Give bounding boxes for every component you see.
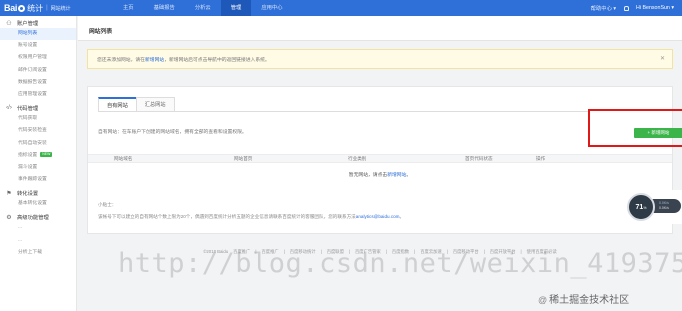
- sidebar-group-0[interactable]: ⚇ 账户管理: [0, 18, 76, 28]
- sidebar-item-0-2[interactable]: 权限用户管理: [0, 52, 76, 64]
- sidebar-item-1-5[interactable]: 事件跟踪设置: [0, 174, 76, 186]
- new-badge: NEW: [40, 151, 53, 157]
- top-navbar: Bai 统计 | 网站统计 主页 基础报告 分析云 管理 应用中心 帮助中心 ▾ Hi …: [0, 0, 682, 16]
- paw-icon: [18, 4, 26, 12]
- close-icon[interactable]: ✕: [660, 55, 665, 62]
- tab-bar: 自有网站 汇总网站: [98, 97, 175, 112]
- column-domain: 网站域名: [114, 156, 133, 161]
- sidebar-item-0-5[interactable]: 应用管理设置: [0, 89, 76, 101]
- sidebar-item-1-4[interactable]: 漏斗设置: [0, 162, 76, 174]
- column-industry: 行业类别: [348, 156, 367, 161]
- user-icon: ⚇: [6, 20, 12, 27]
- sidebar-item-0-1[interactable]: 账号设置: [0, 40, 76, 52]
- logo-bai: Bai: [4, 3, 18, 13]
- download-speed: 0.0K/s: [659, 206, 669, 210]
- sidebar-item-0-3[interactable]: 邮件订阅设置: [0, 65, 76, 77]
- empty-add-site-link[interactable]: 新增网站: [387, 173, 406, 178]
- tips-body: 该帐号下可以建立的自有网站个数上限为20个，偶遇到百度统计分析五题的企业信息请联…: [98, 214, 405, 219]
- nav-item-0[interactable]: 主页: [113, 0, 144, 16]
- flag-icon: ⚑: [6, 190, 12, 197]
- empty-state: 暂无网站，请点击新增网站。: [348, 173, 412, 178]
- nav-item-2[interactable]: 分析云: [185, 0, 221, 16]
- red-highlight-box: + 新增网站: [588, 109, 682, 147]
- tab-own-sites[interactable]: 自有网站: [98, 97, 137, 112]
- add-site-button[interactable]: + 新增网站: [634, 128, 682, 138]
- gear-icon: ⚙: [6, 214, 12, 221]
- sidebar-trailing-item[interactable]: ...: [0, 222, 76, 234]
- nav-item-4[interactable]: 应用中心: [251, 0, 292, 16]
- sidebar-item-0-0[interactable]: 网站列表: [0, 28, 76, 41]
- sidebar-item-1-1[interactable]: 代码安装检查: [0, 125, 76, 137]
- memory-gauge: 71%: [627, 193, 655, 221]
- baidu-tongji-logo[interactable]: Bai 统计 | 网站统计: [0, 0, 77, 16]
- logo-tongji: 统计: [27, 3, 44, 13]
- sidebar-trailing-item[interactable]: ...: [0, 235, 76, 247]
- tips-title: 小贴士：: [98, 202, 117, 207]
- column-actions: 操作: [536, 156, 546, 161]
- sidebar-item-1-0[interactable]: 代码获取: [0, 113, 76, 125]
- network-speed-widget[interactable]: 0.0K/s 0.0K/s 71%: [627, 190, 682, 224]
- table-header: 网站域名 网站首页 行业类别 首页代码状态 操作: [88, 154, 672, 163]
- nav-item-3[interactable]: 管理: [220, 0, 252, 16]
- column-code-status: 首页代码状态: [465, 156, 493, 161]
- page-header: 网站列表: [78, 16, 682, 41]
- tab-summary-sites[interactable]: 汇总网站: [135, 97, 175, 112]
- upload-speed: 0.0K/s: [659, 201, 669, 205]
- sidebar-item-1-2[interactable]: 代码自动安装: [0, 138, 76, 150]
- bell-icon[interactable]: [624, 5, 629, 11]
- sidebar-group-1[interactable]: ‹/› 代码管理: [0, 103, 76, 113]
- site-name: 网站统计: [50, 5, 71, 12]
- code-icon: ‹/›: [6, 105, 12, 112]
- tab-description: 自有网站：在车账户下创建的网站域名，拥有全部的查看和设置权限。: [98, 130, 247, 135]
- juejin-credit: @ 稀土掘金技术社区: [538, 295, 630, 306]
- notice-add-site-link[interactable]: 新增网站: [145, 58, 164, 63]
- nav-item-1[interactable]: 基础报告: [144, 0, 185, 16]
- sidebar-trailing-item[interactable]: 分析上下载: [0, 247, 76, 259]
- site-list-panel: 自有网站 汇总网站 自有网站：在车账户下创建的网站域名，拥有全部的查看和设置权限…: [87, 86, 682, 234]
- contact-email-link[interactable]: analytics@baidu.com: [356, 214, 400, 219]
- sidebar-item-0-4[interactable]: 数据报告设置: [0, 77, 76, 89]
- sidebar-item-1-3[interactable]: 指标设置 NEW: [0, 150, 76, 162]
- help-center-link[interactable]: 帮助中心 ▾: [591, 4, 616, 12]
- sidebar-group-2[interactable]: ⚑ 转化设置: [0, 188, 76, 198]
- sidebar: ⚇ 账户管理 网站列表 账号设置 权限用户管理 邮件订阅设置 数据报告设置 应用管理设置 ‹/›…: [0, 16, 77, 311]
- user-menu[interactable]: Hi BensonSun ▾: [636, 5, 674, 11]
- main-nav: 主页 基础报告 分析云 管理 应用中心: [113, 0, 293, 16]
- sidebar-item-2-0[interactable]: 基本转化设置: [0, 198, 76, 210]
- notice-banner: 您还未添加网站，请在新增网站，新增网站后可点击导航中的返回链接进入系统。 ✕: [87, 49, 673, 69]
- page-title: 网站列表: [89, 29, 113, 35]
- url-watermark: http://blog.csdn.net/weixin_41937552: [118, 248, 682, 279]
- column-homepage: 网站首页: [234, 156, 253, 161]
- sidebar-group-3[interactable]: ⚙ 高级功能管理: [0, 212, 76, 222]
